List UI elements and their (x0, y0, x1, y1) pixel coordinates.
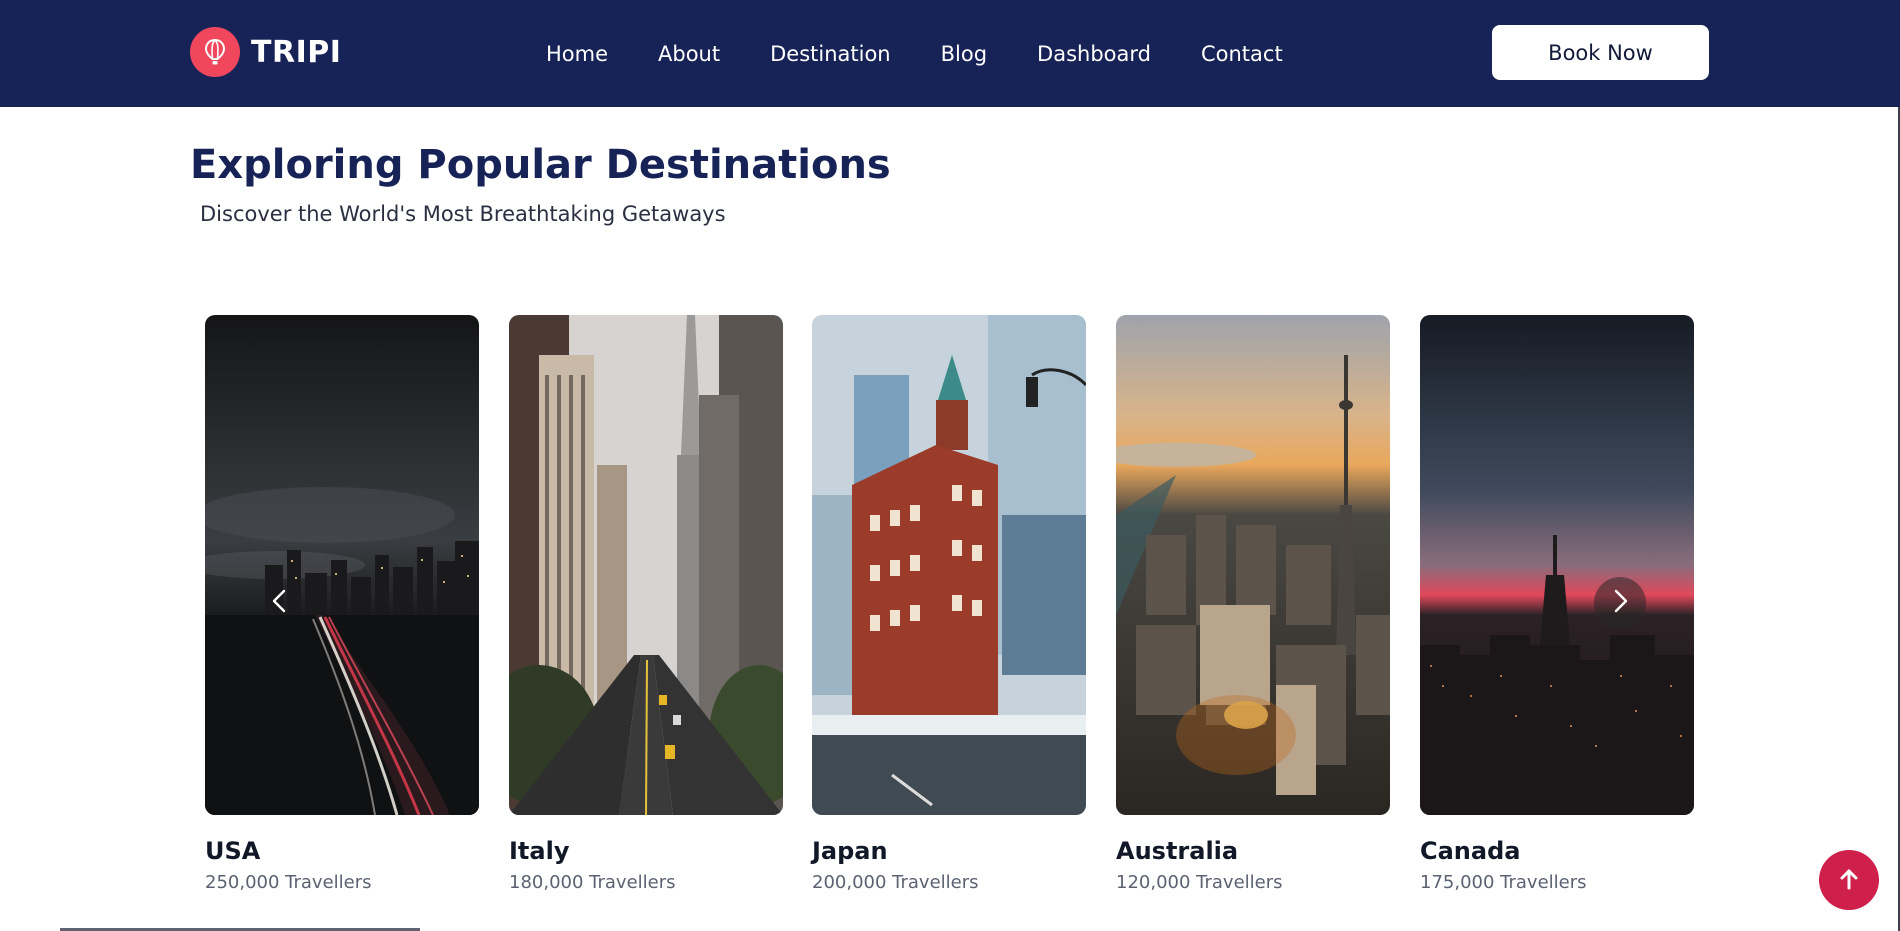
destination-name: USA (205, 837, 261, 865)
destination-card-usa[interactable]: USA 250,000 Travellers (205, 315, 479, 893)
destination-travellers: 175,000 Travellers (1420, 872, 1587, 893)
destination-image-usa (205, 315, 479, 815)
destination-image-italy (509, 315, 783, 815)
book-now-button[interactable]: Book Now (1492, 25, 1709, 80)
destination-name: Canada (1420, 837, 1521, 865)
destination-card-australia[interactable]: Australia 120,000 Travellers (1116, 315, 1390, 893)
destination-image-canada (1420, 315, 1694, 815)
nav-link-about[interactable]: About (658, 42, 720, 66)
brand-name: TRIPI (251, 34, 342, 70)
destination-card-italy[interactable]: Italy 180,000 Travellers (509, 315, 783, 893)
destination-travellers: 250,000 Travellers (205, 872, 372, 893)
nav-link-dashboard[interactable]: Dashboard (1037, 42, 1151, 66)
brand-logo[interactable]: TRIPI (190, 27, 341, 77)
chevron-left-icon (269, 588, 291, 618)
page-subtitle: Discover the World's Most Breathtaking G… (200, 202, 726, 226)
destination-travellers: 120,000 Travellers (1116, 872, 1283, 893)
destination-card-canada[interactable]: Canada 175,000 Travellers (1420, 315, 1694, 893)
destination-name: Italy (509, 837, 570, 865)
nav-link-home[interactable]: Home (546, 42, 608, 66)
destination-travellers: 200,000 Travellers (812, 872, 979, 893)
destination-name: Australia (1116, 837, 1239, 865)
carousel-prev-button[interactable] (254, 577, 306, 629)
arrow-up-icon (1838, 867, 1860, 894)
destination-travellers: 180,000 Travellers (509, 872, 676, 893)
destination-image-japan (812, 315, 1086, 815)
page-title: Exploring Popular Destinations (190, 142, 891, 188)
carousel-next-button[interactable] (1594, 577, 1646, 629)
nav-link-blog[interactable]: Blog (941, 42, 987, 66)
nav-link-destination[interactable]: Destination (770, 42, 891, 66)
chevron-right-icon (1609, 588, 1631, 618)
destination-name: Japan (812, 837, 888, 865)
top-navbar: TRIPI Home About Destination Blog Dashbo… (0, 0, 1900, 107)
destination-image-australia (1116, 315, 1390, 815)
main-nav: Home About Destination Blog Dashboard Co… (546, 0, 1283, 107)
hot-air-balloon-icon (190, 27, 240, 77)
scroll-to-top-button[interactable] (1819, 850, 1879, 910)
nav-link-contact[interactable]: Contact (1201, 42, 1283, 66)
destination-card-japan[interactable]: Japan 200,000 Travellers (812, 315, 1086, 893)
